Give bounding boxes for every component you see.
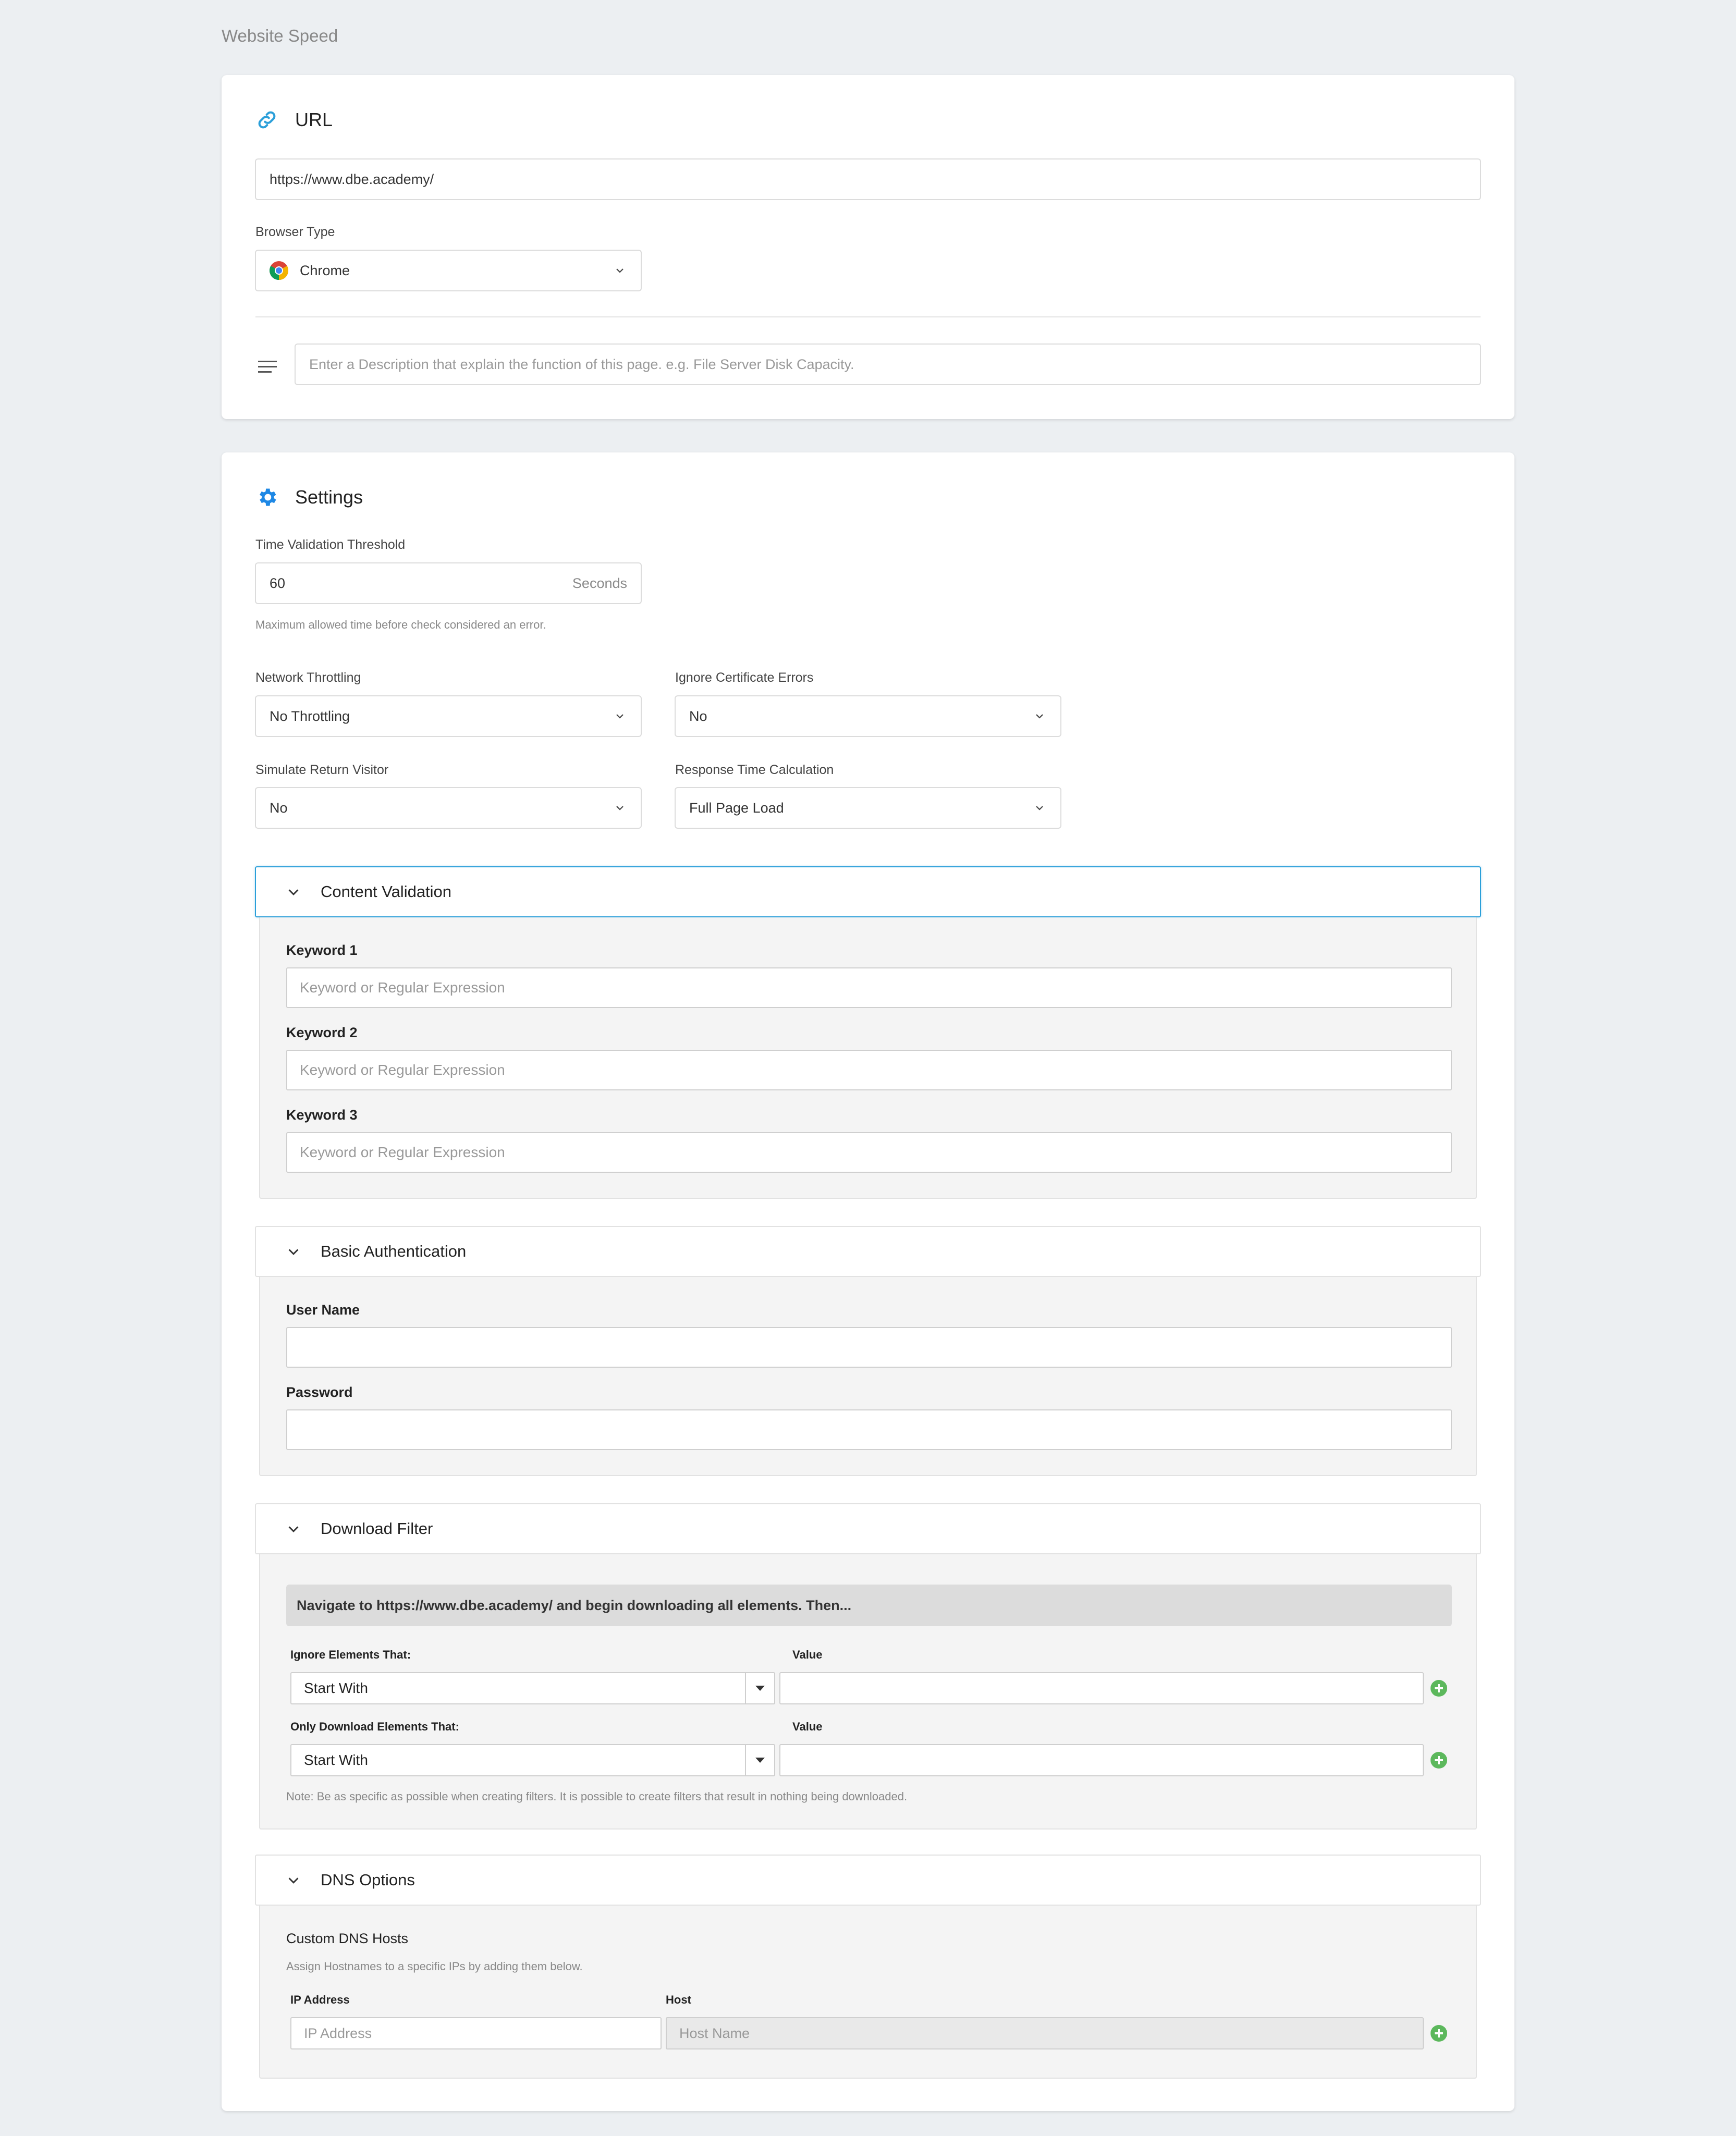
dropdown-caret xyxy=(745,1745,774,1775)
add-ignore-filter-icon[interactable] xyxy=(1430,1679,1448,1697)
only-value-label: Value xyxy=(792,1720,823,1733)
dns-options-title: DNS Options xyxy=(321,1871,415,1889)
dns-options-body: Custom DNS Hosts Assign Hostnames to a s… xyxy=(259,1906,1477,2079)
browser-type-label: Browser Type xyxy=(255,225,335,239)
browser-type-select[interactable]: Chrome xyxy=(255,250,642,291)
description-icon xyxy=(258,361,277,373)
download-filter-banner-text: Navigate to https://www.dbe.academy/ and… xyxy=(297,1597,852,1613)
chevron-down-icon xyxy=(1036,714,1043,719)
description-placeholder: Enter a Description that explain the fun… xyxy=(309,356,854,372)
settings-card: Settings Time Validation Threshold 60 Se… xyxy=(222,452,1514,2111)
return-visitor-select[interactable]: No xyxy=(255,787,642,829)
ignore-elements-select[interactable]: Start With xyxy=(290,1672,775,1704)
download-filter-body: Navigate to https://www.dbe.academy/ and… xyxy=(259,1554,1477,1830)
password-label: Password xyxy=(286,1384,353,1400)
keyword-3-input[interactable]: Keyword or Regular Expression xyxy=(286,1132,1452,1173)
add-dns-host-icon[interactable] xyxy=(1430,2024,1448,2042)
settings-card-header: Settings xyxy=(255,486,363,509)
return-visitor-label: Simulate Return Visitor xyxy=(255,763,389,777)
gear-icon xyxy=(260,488,276,506)
keyword-1-placeholder: Keyword or Regular Expression xyxy=(300,979,505,996)
browser-type-value: Chrome xyxy=(300,262,350,278)
chevron-down-icon xyxy=(1036,806,1043,811)
chrome-icon xyxy=(269,261,289,280)
keyword-2-placeholder: Keyword or Regular Expression xyxy=(300,1062,505,1078)
host-name-input[interactable]: Host Name xyxy=(666,2017,1424,2049)
chevron-down-icon xyxy=(288,1249,299,1255)
keyword-2-label: Keyword 2 xyxy=(286,1025,358,1040)
ignore-cert-label: Ignore Certificate Errors xyxy=(675,670,814,685)
chevron-down-icon xyxy=(616,714,624,719)
return-visitor-value: No xyxy=(270,800,288,816)
keyword-3-label: Keyword 3 xyxy=(286,1107,358,1123)
ip-address-input[interactable]: IP Address xyxy=(290,2017,662,2049)
only-download-select[interactable]: Start With xyxy=(290,1744,775,1776)
basic-auth-title: Basic Authentication xyxy=(321,1242,467,1260)
download-filter-banner: Navigate to https://www.dbe.academy/ and… xyxy=(286,1585,1452,1626)
chevron-down-icon xyxy=(616,806,624,811)
url-card-divider xyxy=(255,316,1481,317)
response-time-select[interactable]: Full Page Load xyxy=(675,787,1061,829)
response-time-label: Response Time Calculation xyxy=(675,763,834,777)
content-validation-body: Keyword 1 Keyword or Regular Expression … xyxy=(259,917,1477,1199)
chevron-down-icon xyxy=(288,889,299,895)
url-card: URL https://www.dbe.academy/ Browser Typ… xyxy=(222,75,1514,419)
keyword-2-input[interactable]: Keyword or Regular Expression xyxy=(286,1050,1452,1090)
chevron-down-icon xyxy=(288,1526,299,1532)
chevron-down-icon xyxy=(616,268,624,273)
description-input[interactable]: Enter a Description that explain the fun… xyxy=(295,343,1481,385)
download-filter-header[interactable]: Download Filter xyxy=(255,1503,1481,1554)
add-download-filter-icon[interactable] xyxy=(1430,1751,1448,1769)
ignore-value-input[interactable] xyxy=(779,1672,1424,1704)
ignore-cert-value: No xyxy=(689,708,707,724)
username-input[interactable] xyxy=(286,1327,1452,1368)
keyword-3-placeholder: Keyword or Regular Expression xyxy=(300,1144,505,1160)
url-card-header: URL xyxy=(255,108,333,131)
basic-auth-header[interactable]: Basic Authentication xyxy=(255,1226,1481,1277)
ip-address-placeholder: IP Address xyxy=(304,2025,372,2041)
host-label: Host xyxy=(666,1993,691,2006)
ignore-elements-value: Start With xyxy=(304,1680,368,1696)
dropdown-caret xyxy=(745,1673,774,1703)
keyword-1-label: Keyword 1 xyxy=(286,942,358,958)
response-time-value: Full Page Load xyxy=(689,800,784,816)
threshold-input[interactable]: 60 Seconds xyxy=(255,562,642,604)
basic-auth-body: User Name Password xyxy=(259,1277,1477,1476)
ignore-elements-label: Ignore Elements That: xyxy=(290,1648,411,1661)
network-throttling-value: No Throttling xyxy=(270,708,350,724)
url-input[interactable]: https://www.dbe.academy/ xyxy=(255,158,1481,200)
network-throttling-label: Network Throttling xyxy=(255,670,361,685)
link-icon xyxy=(258,111,276,129)
settings-card-title: Settings xyxy=(295,486,363,508)
host-name-placeholder: Host Name xyxy=(679,2025,750,2041)
content-validation-title: Content Validation xyxy=(321,882,452,901)
threshold-unit: Seconds xyxy=(572,575,627,591)
ip-address-label: IP Address xyxy=(290,1993,350,2006)
ignore-value-label: Value xyxy=(792,1648,823,1661)
keyword-1-input[interactable]: Keyword or Regular Expression xyxy=(286,967,1452,1008)
threshold-value: 60 xyxy=(270,575,286,591)
download-filter-title: Download Filter xyxy=(321,1519,433,1538)
content-validation-header[interactable]: Content Validation xyxy=(255,866,1481,917)
custom-dns-help: Assign Hostnames to a specific IPs by ad… xyxy=(286,1960,583,1973)
only-download-label: Only Download Elements That: xyxy=(290,1720,459,1733)
ignore-cert-select[interactable]: No xyxy=(675,695,1061,737)
chevron-down-icon xyxy=(288,1877,299,1884)
username-label: User Name xyxy=(286,1302,360,1318)
download-filter-note: Note: Be as specific as possible when cr… xyxy=(286,1790,908,1803)
url-input-value: https://www.dbe.academy/ xyxy=(270,171,434,187)
only-value-input[interactable] xyxy=(779,1744,1424,1776)
url-card-title: URL xyxy=(295,109,333,130)
custom-dns-title: Custom DNS Hosts xyxy=(286,1931,409,1946)
threshold-label: Time Validation Threshold xyxy=(255,537,406,552)
threshold-help: Maximum allowed time before check consid… xyxy=(255,618,546,631)
page-title: Website Speed xyxy=(222,26,338,45)
network-throttling-select[interactable]: No Throttling xyxy=(255,695,642,737)
password-input[interactable] xyxy=(286,1409,1452,1450)
only-download-value: Start With xyxy=(304,1752,368,1768)
dns-options-header[interactable]: DNS Options xyxy=(255,1855,1481,1906)
